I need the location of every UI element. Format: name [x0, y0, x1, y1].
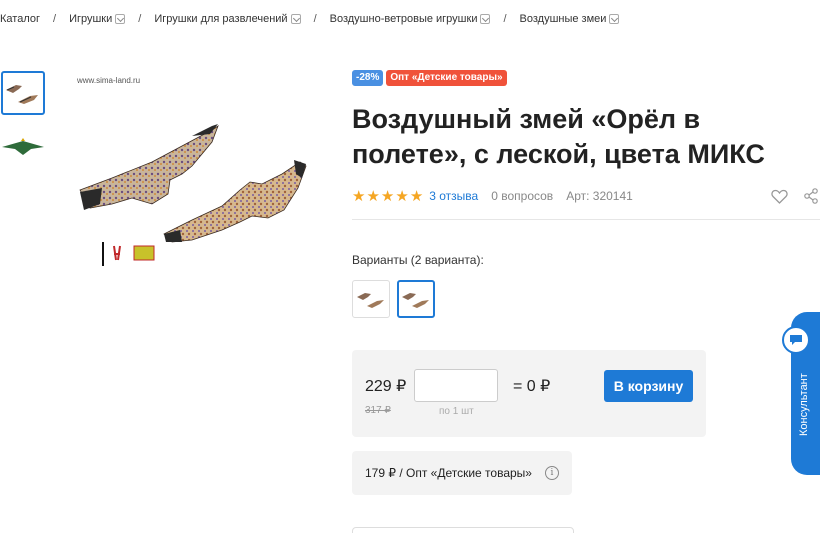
wholesale-price-text: 179 ₽ / Опт «Детские товары» — [365, 466, 532, 480]
share-icon[interactable] — [802, 187, 820, 205]
breadcrumb-item-toys[interactable]: Игрушки — [69, 13, 126, 25]
info-icon[interactable]: i — [545, 466, 559, 480]
variant-option[interactable] — [352, 280, 390, 318]
questions-link[interactable]: 0 вопросов — [491, 189, 553, 203]
reviews-link[interactable]: 3 отзыва — [429, 189, 478, 203]
breadcrumb: Каталог / Игрушки / Игрушки для развлече… — [0, 11, 620, 27]
breadcrumb-separator: / — [313, 13, 317, 25]
product-badges: -28% Опт «Детские товары» — [352, 70, 507, 86]
star-icon: ★ — [380, 188, 395, 205]
old-price: 317 ₽ — [365, 405, 391, 416]
chevron-down-icon[interactable] — [609, 14, 620, 24]
breadcrumb-label[interactable]: Воздушные змеи — [520, 13, 607, 25]
wholesale-badge[interactable]: Опт «Детские товары» — [386, 70, 507, 86]
quantity-input[interactable] — [414, 369, 498, 402]
variant-option-selected[interactable] — [397, 280, 435, 318]
breadcrumb-item-catalog[interactable]: Каталог — [0, 13, 40, 25]
variant-image — [402, 293, 429, 308]
discount-badge: -28% — [352, 70, 384, 86]
wholesale-price-box: 179 ₽ / Опт «Детские товары» i — [352, 451, 572, 495]
article-number: Арт: 320141 — [566, 189, 633, 203]
chevron-down-icon[interactable] — [290, 14, 301, 24]
star-icon: ★ — [409, 188, 424, 205]
breadcrumb-separator: / — [503, 13, 507, 25]
gallery-thumbnail[interactable] — [1, 124, 45, 168]
star-icon: ★ — [352, 188, 366, 205]
product-actions — [770, 187, 820, 205]
kite-pair-image — [6, 85, 38, 104]
breadcrumb-label[interactable]: Игрушки для развлечений — [154, 13, 287, 25]
bottom-panel — [352, 527, 574, 533]
product-title: Воздушный змей «Орёл в полете», с леской… — [352, 104, 765, 169]
heart-icon[interactable] — [770, 187, 788, 205]
breadcrumb-item-kites[interactable]: Воздушные змеи — [520, 13, 620, 25]
star-icon: ★ — [366, 188, 380, 205]
chevron-down-icon[interactable] — [115, 14, 126, 24]
breadcrumb-item-wind-toys[interactable]: Воздушно-ветровые игрушки — [330, 13, 491, 25]
breadcrumb-separator: / — [53, 13, 57, 25]
current-price: 229 ₽ — [365, 378, 407, 395]
chevron-down-icon[interactable] — [480, 14, 491, 24]
divider — [352, 219, 820, 220]
product-main-image[interactable]: www.sima-land.ru — [72, 70, 317, 270]
breadcrumb-item-entertainment[interactable]: Игрушки для развлечений — [154, 13, 301, 25]
breadcrumb-label[interactable]: Воздушно-ветровые игрушки — [330, 13, 478, 25]
kite-eagles-image — [79, 124, 307, 266]
rating-row: ★ ★ ★ ★ ★ 3 отзыва 0 вопросов Арт: 32014… — [352, 187, 820, 205]
total-price: = 0 ₽ — [513, 378, 551, 395]
star-icon: ★ — [395, 188, 409, 205]
quantity-hint: по 1 шт — [439, 406, 474, 417]
consultant-label[interactable]: Консультант — [798, 373, 810, 436]
kite-green-image — [2, 138, 44, 155]
add-to-cart-button[interactable]: В корзину — [604, 370, 693, 402]
breadcrumb-separator: / — [138, 13, 142, 25]
variants-label: Варианты (2 варианта): — [352, 253, 484, 267]
rating-stars[interactable]: ★ ★ ★ ★ ★ — [352, 187, 423, 205]
breadcrumb-label[interactable]: Игрушки — [69, 13, 112, 25]
chat-bubble-icon[interactable] — [782, 326, 810, 354]
variant-image — [357, 293, 384, 308]
price-box: 229 ₽ 317 ₽ по 1 шт = 0 ₽ В корзину — [352, 350, 706, 437]
gallery-thumbnail[interactable] — [1, 71, 45, 115]
breadcrumb-label[interactable]: Каталог — [0, 13, 40, 25]
watermark: www.sima-land.ru — [77, 76, 141, 85]
